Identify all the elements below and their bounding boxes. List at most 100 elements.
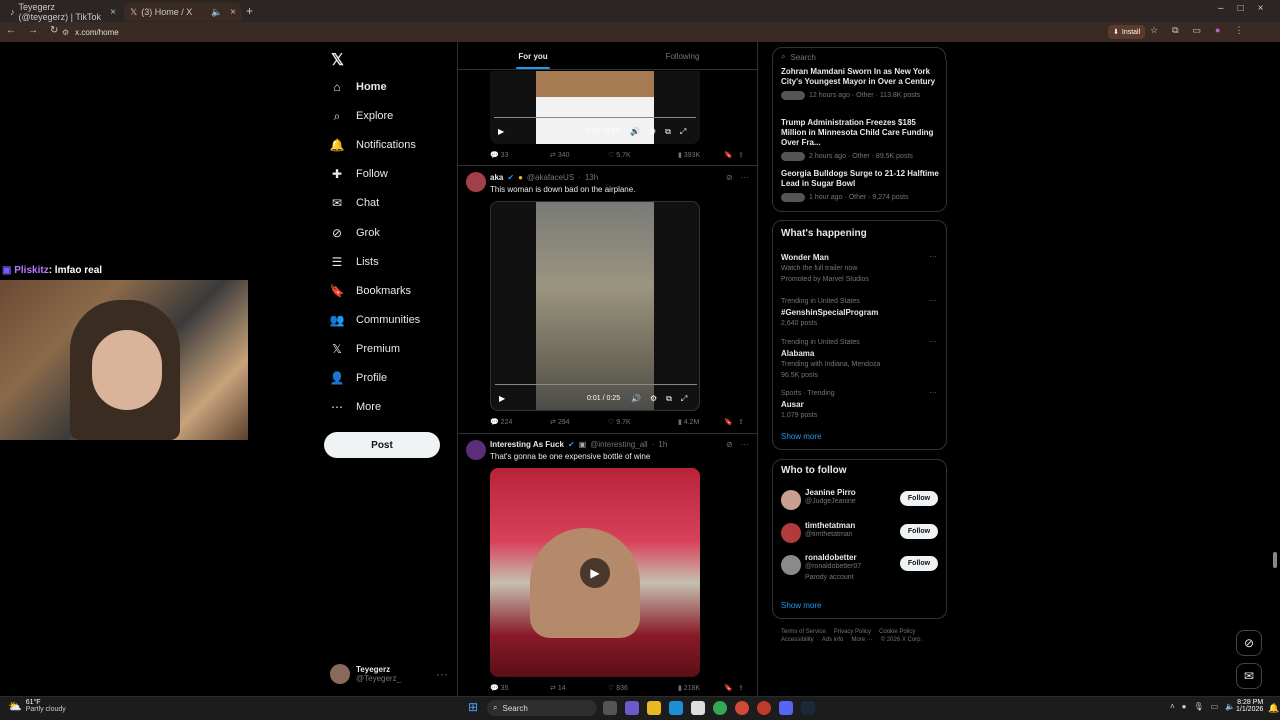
nav-item-follow[interactable]: ✚ Follow [330,163,388,185]
x-logo-icon[interactable]: 𝕏 [331,50,344,70]
settings-icon[interactable]: ⚙ [650,394,657,404]
bookmark-icon[interactable]: 🔖 [724,684,738,692]
nav-item-chat[interactable]: ✉ Chat [330,192,379,214]
browser-tab-x[interactable]: 𝕏 (3) Home / X 🔈 × [124,3,242,21]
like-button[interactable]: ♡ 5.7K [608,151,678,159]
scrollbar-thumb[interactable] [1273,552,1277,568]
footer-link[interactable]: Cookie Policy [879,629,915,635]
app-icon[interactable] [735,701,749,715]
mic-icon[interactable]: 🎙 [1194,702,1204,711]
fullscreen-icon[interactable]: ⤢ [680,127,686,137]
nav-item-lists[interactable]: ☰ Lists [330,251,379,273]
footer-link[interactable]: Privacy Policy [834,629,871,635]
clock[interactable]: 8:28 PM 1/1/2026 [1236,699,1263,713]
more-icon[interactable]: ··· [929,337,937,346]
task-view-icon[interactable] [603,701,617,715]
speaker-icon[interactable]: 🔈 [1225,702,1235,711]
site-info-icon[interactable]: ⚙ [62,28,69,37]
tweet-video[interactable]: ▶ 0:15 / 0:24 🔊 ⚙ ⧉ ⤢ [490,71,700,144]
tray-app-icon[interactable]: ● [1182,702,1187,711]
tab-for-you[interactable]: For you [458,42,608,70]
show-more-link[interactable]: Show more [781,432,821,441]
nav-item-home[interactable]: ⌂ Home [330,76,386,98]
more-icon[interactable]: ··· [929,388,937,397]
messages-floating-button[interactable]: ✉ [1236,663,1262,689]
store-icon[interactable] [691,701,705,715]
video-progress[interactable] [494,117,696,118]
repost-button[interactable]: ⇄ 340 [550,151,608,159]
star-icon[interactable]: ☆ [1150,25,1158,36]
avatar[interactable] [466,172,486,192]
forward-icon[interactable]: → [28,25,38,36]
tweet-video[interactable]: ▶ 0:01 / 0:25 🔊 ⚙ ⧉ ⤢ [490,201,700,411]
close-icon[interactable]: × [230,7,236,18]
tab-following[interactable]: Following [608,42,757,70]
nav-item-communities[interactable]: 👥 Communities [330,309,421,331]
video-progress[interactable] [495,384,697,385]
profile-icon[interactable]: ● [1215,25,1220,36]
menu-icon[interactable]: ⋮ [1234,25,1243,36]
repost-button[interactable]: ⇄ 294 [550,418,608,426]
grok-icon[interactable]: ⊘ [726,173,733,182]
views-stat[interactable]: ▮ 218K [678,684,724,692]
more-icon[interactable]: ··· [436,667,448,681]
follow-button[interactable]: Follow [900,491,938,506]
address-bar[interactable]: ⚙ x.com/home [62,24,1102,40]
close-icon[interactable]: × [110,7,116,18]
share-icon[interactable]: ⇪ [738,684,744,692]
trend-item[interactable]: Wonder Man Watch the full trailer now Prom… [781,252,941,285]
app-icon[interactable] [757,701,771,715]
more-icon[interactable]: ··· [929,296,937,305]
pip-icon[interactable]: ⧉ [665,127,671,137]
nav-item-notifications[interactable]: 🔔 Notifications [330,134,416,156]
post-button[interactable]: Post [324,432,440,458]
author-handle[interactable]: @interesting_all [590,440,647,449]
follow-suggestion[interactable]: ronaldobetter @ronaldobetter07 Parody acco… [781,553,941,581]
more-icon[interactable]: ··· [929,252,937,261]
chevron-up-icon[interactable]: ˄ [1170,702,1175,711]
nav-item-premium[interactable]: 𝕏 Premium [330,338,400,360]
maximize-icon[interactable]: □ [1238,3,1244,14]
taskbar-search[interactable]: ⌕ Search [487,700,597,716]
show-more-link[interactable]: Show more [781,601,821,610]
trend-item[interactable]: Trending in United States Alabama Trending… [781,337,941,381]
play-icon[interactable]: ▶ [498,127,504,136]
views-stat[interactable]: ▮ 393K [678,151,724,159]
more-icon[interactable]: ··· [741,440,749,449]
footer-link[interactable]: Terms of Service [781,629,826,635]
reply-button[interactable]: 💬 224 [490,418,550,426]
news-item[interactable]: Trump Administration Freezes $185 Millio… [781,118,941,161]
settings-icon[interactable]: ⚙ [649,127,656,137]
nav-item-more[interactable]: ⋯ More [330,396,381,418]
browser-tab-tiktok[interactable]: ♪ Teyegerz (@teyegerz) | TikTok × [4,2,122,22]
minimize-icon[interactable]: – [1218,3,1224,14]
share-icon[interactable]: ⇪ [738,151,744,159]
speaker-icon[interactable]: 🔈 [211,7,222,18]
tweet-time[interactable]: 1h [658,440,667,449]
reply-button[interactable]: 💬 33 [490,151,550,159]
footer-link[interactable]: Accessibility [781,637,814,643]
more-icon[interactable]: ··· [741,173,749,182]
windows-start-icon[interactable]: ⊞ [468,700,478,714]
fullscreen-icon[interactable]: ⤢ [681,394,687,404]
pip-icon[interactable]: ⧉ [666,394,672,404]
share-icon[interactable]: ⇪ [738,418,744,426]
like-button[interactable]: ♡ 836 [608,684,678,692]
footer-link[interactable]: Ads info [822,637,844,643]
like-button[interactable]: ♡ 9.7K [608,418,678,426]
news-item[interactable]: Zohran Mamdani Sworn In as New York City… [781,67,941,100]
volume-icon[interactable]: 🔊 [631,394,641,404]
reload-icon[interactable]: ↻ [50,25,58,36]
grok-floating-button[interactable]: ⊘ [1236,630,1262,656]
steam-icon[interactable] [801,701,815,715]
volume-icon[interactable]: 🔊 [630,127,640,137]
file-explorer-icon[interactable] [647,701,661,715]
avatar[interactable] [466,440,486,460]
nav-item-explore[interactable]: ⌕ Explore [330,105,394,127]
close-window-icon[interactable]: × [1258,3,1264,14]
notifications-icon[interactable]: 🔔 [1268,703,1279,714]
follow-suggestion[interactable]: Jeanine Pirro @JudgeJeanine Follow [781,488,941,516]
copilot-icon[interactable] [625,701,639,715]
reply-button[interactable]: 💬 35 [490,684,550,692]
nav-item-bookmarks[interactable]: 🔖 Bookmarks [330,280,412,302]
